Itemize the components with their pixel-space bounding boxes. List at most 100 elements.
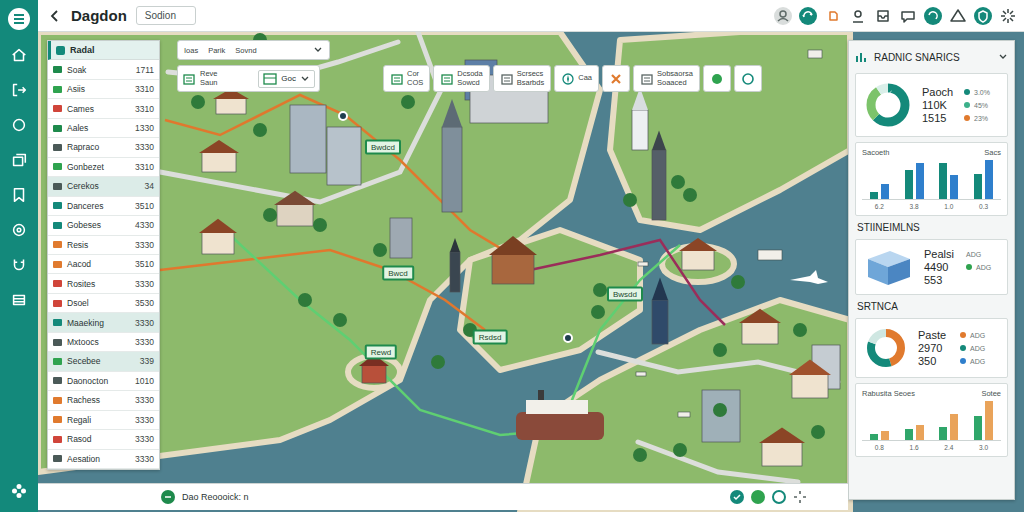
bar bbox=[881, 184, 889, 199]
list-item[interactable]: Gonbezet3310 bbox=[48, 158, 159, 177]
sync-alt-icon[interactable] bbox=[923, 6, 943, 26]
layer-dropdown[interactable]: IoasParikSovnd bbox=[177, 40, 330, 60]
bar bbox=[939, 163, 947, 199]
list-item[interactable]: Asiis3310 bbox=[48, 80, 159, 99]
filter-field[interactable]: Goc bbox=[258, 70, 315, 88]
magnet-icon[interactable] bbox=[0, 247, 38, 282]
stat-line: PasteADG bbox=[918, 329, 1001, 341]
plane bbox=[790, 270, 828, 284]
tower-building bbox=[652, 278, 668, 344]
bookmark-icon[interactable] bbox=[0, 177, 38, 212]
location-marker[interactable] bbox=[338, 111, 348, 121]
tag-icon bbox=[53, 397, 62, 404]
target-icon[interactable] bbox=[0, 212, 38, 247]
tool-chip[interactable]: CorCOS bbox=[383, 65, 430, 92]
list-item[interactable]: Gobeses4330 bbox=[48, 216, 159, 235]
bar bbox=[985, 401, 993, 440]
bar bbox=[870, 192, 878, 199]
list-item[interactable]: Rosites3330 bbox=[48, 274, 159, 293]
list-header[interactable]: Radal bbox=[48, 41, 159, 60]
list-item[interactable]: Daonocton1010 bbox=[48, 372, 159, 391]
home-icon[interactable] bbox=[0, 37, 38, 72]
location-marker[interactable] bbox=[563, 333, 573, 343]
palm-tree bbox=[713, 403, 727, 417]
water bbox=[38, 32, 1024, 512]
donut-segment bbox=[871, 333, 901, 363]
check-icon[interactable] bbox=[729, 489, 745, 505]
main-land bbox=[38, 32, 600, 472]
flower-settings-icon[interactable] bbox=[0, 473, 38, 508]
donut-segment bbox=[871, 333, 901, 363]
list-item[interactable]: Aales1330 bbox=[48, 119, 159, 138]
tool-chip[interactable]: Caa bbox=[554, 65, 599, 92]
status-icon bbox=[160, 489, 176, 505]
list-item[interactable]: Rachess3330 bbox=[48, 391, 159, 410]
list-item[interactable]: Cames3310 bbox=[48, 99, 159, 118]
sync-icon[interactable] bbox=[798, 6, 818, 26]
map-pin[interactable]: Bwsdd bbox=[607, 287, 643, 302]
chat-icon[interactable] bbox=[898, 6, 918, 26]
boat bbox=[758, 250, 782, 260]
place-list: RadalSoak1711Asiis3310Cames3310Aales1330… bbox=[47, 40, 160, 470]
list-item[interactable]: Aesation3330 bbox=[48, 450, 159, 469]
map-pin[interactable]: Rsdsd bbox=[473, 330, 508, 345]
palm-tree bbox=[673, 443, 687, 457]
list-item[interactable]: Maaeking3330 bbox=[48, 313, 159, 332]
filter-card[interactable]: ReveSaunGoc bbox=[177, 65, 320, 92]
shield-icon[interactable] bbox=[973, 6, 993, 26]
stat-line: PealsiADG bbox=[924, 248, 1001, 260]
inbox-icon[interactable] bbox=[873, 6, 893, 26]
circle-icon[interactable] bbox=[0, 107, 38, 142]
building-icon bbox=[640, 72, 654, 86]
list-item[interactable]: Soak1711 bbox=[48, 60, 159, 79]
map-pin[interactable]: Bwdcd bbox=[365, 140, 401, 155]
gear-icon[interactable] bbox=[998, 6, 1018, 26]
user-icon[interactable] bbox=[848, 6, 868, 26]
search-field[interactable]: Sodion bbox=[136, 6, 196, 25]
bar bbox=[985, 160, 993, 199]
list-item[interactable]: Dsoel3530 bbox=[48, 294, 159, 313]
list-item[interactable]: Resis3330 bbox=[48, 236, 159, 255]
tag-icon bbox=[53, 319, 62, 326]
donut-segment bbox=[871, 88, 905, 122]
list-item[interactable]: Mxtoocs3330 bbox=[48, 333, 159, 352]
list-item[interactable]: Aacod3510 bbox=[48, 255, 159, 274]
chevron-down-icon[interactable] bbox=[998, 52, 1008, 62]
tool-chip[interactable]: ScrsecsBsarbds bbox=[493, 65, 552, 92]
tag-icon[interactable] bbox=[823, 6, 843, 26]
exit-icon[interactable] bbox=[0, 72, 38, 107]
list-item[interactable]: Rasod3330 bbox=[48, 430, 159, 449]
stat-line: 4490ADG bbox=[924, 261, 1001, 273]
map-pin[interactable]: Bwcd bbox=[382, 266, 414, 281]
menu-logo-icon[interactable] bbox=[5, 5, 33, 33]
settings-icon[interactable] bbox=[792, 489, 808, 505]
palm-tree bbox=[623, 193, 637, 207]
tool-chip[interactable]: SobsaorsaSoaaced bbox=[633, 65, 700, 92]
layers-icon[interactable] bbox=[0, 142, 38, 177]
list-item[interactable]: Regali3330 bbox=[48, 411, 159, 430]
tool-chip[interactable] bbox=[734, 65, 762, 92]
south-land bbox=[520, 300, 850, 512]
tool-chip[interactable]: DcsodaSowcd bbox=[433, 65, 489, 92]
list-icon[interactable] bbox=[0, 282, 38, 317]
back-arrow-icon[interactable] bbox=[48, 9, 62, 23]
map-pin[interactable]: Rewd bbox=[365, 345, 397, 360]
bar bbox=[870, 434, 878, 441]
house-building bbox=[759, 428, 805, 466]
cube-icon bbox=[862, 245, 916, 289]
tool-chip[interactable] bbox=[602, 65, 630, 92]
ferry bbox=[516, 390, 604, 440]
avatar-icon[interactable] bbox=[773, 6, 793, 26]
list-item[interactable]: Secebee339 bbox=[48, 352, 159, 371]
list-item[interactable]: Cerekos34 bbox=[48, 177, 159, 196]
locate-icon[interactable] bbox=[771, 489, 787, 505]
block-building bbox=[327, 127, 361, 185]
boat bbox=[638, 262, 648, 266]
list-item[interactable]: Rapraco3330 bbox=[48, 138, 159, 157]
tool-chip[interactable] bbox=[703, 65, 731, 92]
tag-icon bbox=[53, 202, 62, 209]
warning-icon[interactable] bbox=[948, 6, 968, 26]
layer-icon[interactable] bbox=[750, 489, 766, 505]
list-item[interactable]: Danceres3510 bbox=[48, 197, 159, 216]
chevron-down-icon bbox=[313, 45, 323, 55]
